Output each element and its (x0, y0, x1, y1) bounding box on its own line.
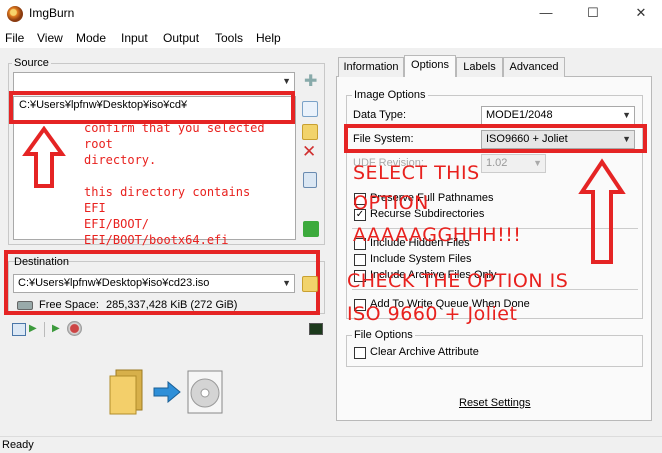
file-options-label: File Options (352, 329, 415, 341)
red-up-arrow-icon (22, 126, 66, 188)
reset-settings-link[interactable]: Reset Settings (459, 397, 531, 409)
maximize-button[interactable]: ☐ (585, 4, 601, 22)
annotation-select: SELECT THIS (353, 162, 480, 184)
recycle-bin-icon[interactable] (303, 172, 317, 188)
calculate-icon[interactable] (303, 221, 319, 237)
separator (44, 322, 45, 337)
folder-icon (109, 369, 143, 415)
destination-combo[interactable]: C:¥Users¥lpfnw¥Desktop¥iso¥cd23.iso ▼ (13, 274, 295, 293)
file-system-select[interactable]: ISO9660 + Joliet ▼ (481, 130, 635, 149)
data-type-label: Data Type: (353, 109, 406, 121)
tab-information[interactable]: Information (338, 57, 404, 77)
clear-archive-label: Clear Archive Attribute (370, 346, 479, 358)
tab-advanced[interactable]: Advanced (503, 57, 565, 77)
menu-bar: File View Mode Input Output Tools Help (0, 28, 662, 48)
status-text: Ready (2, 439, 34, 451)
chevron-down-icon: ▼ (533, 158, 542, 168)
clear-archive-checkbox[interactable] (354, 347, 366, 359)
free-space-value: 285,337,428 KiB (272 GiB) (106, 299, 238, 311)
tab-options[interactable]: Options (404, 55, 456, 77)
terminal-icon[interactable] (309, 323, 323, 335)
annotation-line: EFI (84, 201, 106, 215)
add-plus-icon[interactable]: ✚ (304, 74, 318, 90)
menu-help[interactable]: Help (256, 31, 281, 45)
source-label: Source (12, 57, 51, 69)
file-system-value: ISO9660 + Joliet (486, 133, 568, 145)
image-options-label: Image Options (352, 89, 428, 101)
play-icon[interactable]: ▶ (29, 323, 37, 334)
annotation-line: EFI/BOOT/ (84, 217, 150, 231)
destination-label: Destination (14, 256, 70, 268)
chevron-down-icon: ▼ (282, 76, 291, 86)
source-path: C:¥Users¥lpfnw¥Desktop¥iso¥cd¥ (19, 99, 188, 111)
minimize-button[interactable]: — (538, 4, 554, 22)
window-title: ImgBurn (29, 6, 75, 20)
browse-folder-icon[interactable] (302, 124, 318, 140)
play-icon[interactable]: ▶ (52, 323, 60, 334)
remove-icon[interactable]: ✕ (302, 143, 316, 160)
free-space-label: Free Space: (39, 299, 99, 311)
annotation-line: EFI/BOOT/bootx64.efi (84, 233, 229, 247)
data-type-value: MODE1/2048 (486, 109, 553, 121)
menu-file[interactable]: File (5, 31, 24, 45)
annotation-spacer (84, 168, 299, 184)
chevron-down-icon: ▼ (282, 278, 291, 288)
status-bar: Ready (0, 436, 662, 453)
menu-input[interactable]: Input (121, 31, 148, 45)
menu-output[interactable]: Output (163, 31, 199, 45)
browse-destination-icon[interactable] (302, 276, 318, 292)
annotation-line: this directory contains (84, 185, 251, 199)
data-type-select[interactable]: MODE1/2048 ▼ (481, 106, 635, 125)
menu-view[interactable]: View (37, 31, 63, 45)
log-window-icon[interactable] (12, 323, 26, 336)
annotation-option: OPTION (353, 192, 429, 214)
browse-file-icon[interactable] (302, 101, 318, 117)
disc-record-icon[interactable] (67, 321, 82, 336)
red-up-arrow-icon (578, 158, 626, 264)
annotation-line: confirm that you selected root (84, 121, 265, 151)
title-bar: ImgBurn — ☐ ✕ (0, 0, 662, 28)
udf-revision-select[interactable]: 1.02 ▼ (481, 154, 546, 173)
menu-tools[interactable]: Tools (215, 31, 243, 45)
source-combo[interactable]: ▼ (13, 72, 295, 92)
chevron-down-icon: ▼ (622, 134, 631, 144)
menu-mode[interactable]: Mode (76, 31, 106, 45)
tab-labels[interactable]: Labels (456, 57, 503, 77)
destination-path: C:¥Users¥lpfnw¥Desktop¥iso¥cd23.iso (18, 277, 210, 289)
close-button[interactable]: ✕ (633, 4, 649, 22)
include-system-checkbox[interactable] (354, 254, 366, 266)
annotation-iso: ISO 9660 + Joliet (347, 303, 518, 325)
annotation-check: CHECK THE OPTION IS (347, 270, 569, 292)
include-system-label: Include System Files (370, 253, 472, 265)
file-system-label: File System: (353, 133, 414, 145)
arrow-right-icon (153, 381, 181, 403)
annotation-aaagh: AAAAAGGHHH!!! (353, 224, 522, 246)
annotation-line: directory. (84, 153, 157, 167)
source-annotation: confirm that you selected root directory… (84, 120, 299, 248)
drive-icon (17, 301, 33, 310)
app-disc-icon (7, 6, 23, 22)
chevron-down-icon: ▼ (622, 110, 631, 120)
udf-revision-value: 1.02 (486, 157, 508, 169)
disc-image-icon (187, 370, 223, 414)
